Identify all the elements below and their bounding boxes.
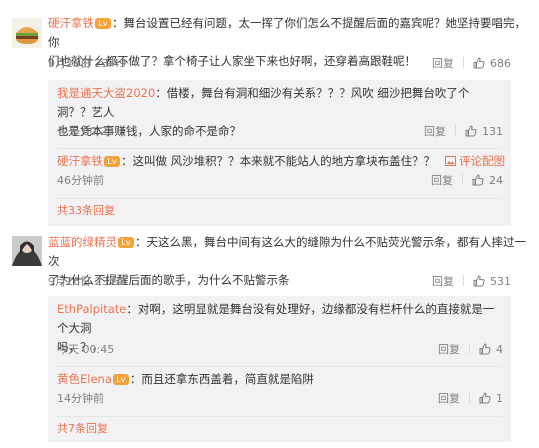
comment-actions: 回复 686 [432, 56, 511, 72]
like-count: 4 [496, 343, 503, 356]
reply-actions: 回复 131 [424, 124, 503, 140]
reply-button[interactable]: 回复 [432, 57, 454, 70]
reply-button[interactable]: 回复 [438, 343, 460, 356]
avatar[interactable] [12, 18, 42, 48]
thumbs-up-icon [472, 174, 484, 186]
reply-text: 硬汗拿铁 Lv ：这叫做 风沙堆积？？本来就不能站人的地方拿块布盖住？？ 评论配图 [57, 152, 505, 171]
comment-actions: 回复 531 [432, 274, 511, 290]
like-count: 686 [490, 57, 511, 70]
timestamp: 今天 00:23 [57, 125, 115, 138]
username-link[interactable]: 蓝蓝的绿精灵 [48, 235, 117, 249]
reply-item: 我是通天大盗2020：借楼，舞台有洞和细沙有关系？？？风吹 细沙把舞台吹了个洞？… [48, 80, 511, 148]
member-badge-icon: Lv [95, 18, 111, 29]
avatar[interactable] [12, 236, 42, 266]
divider [57, 416, 502, 417]
user-photo-avatar-icon [12, 236, 42, 266]
timestamp: 14分钟前 [57, 392, 104, 405]
member-badge-icon: Lv [104, 156, 120, 167]
reply-list: 我是通天大盗2020：借楼，舞台有洞和细沙有关系？？？风吹 细沙把舞台吹了个洞？… [48, 80, 511, 226]
timestamp: 9月26日 23:53 [48, 275, 127, 288]
burger-avatar-icon [12, 18, 42, 48]
reply-button[interactable]: 回复 [424, 125, 446, 138]
reply-button[interactable]: 回复 [431, 174, 453, 187]
reply-meta: 14分钟前 回复 1 [57, 391, 503, 407]
reply-item: 硬汗拿铁 Lv ：这叫做 风沙堆积？？本来就不能站人的地方拿块布盖住？？ 评论配图 4… [48, 149, 511, 199]
thumbs-up-icon [479, 392, 491, 404]
reply-actions: 回复 24 [431, 173, 503, 189]
divider [463, 57, 464, 68]
like-button[interactable]: 24 [472, 174, 503, 187]
more-replies-link[interactable]: 共33条回复 [57, 203, 115, 219]
timestamp: 今天 00:45 [57, 343, 115, 356]
reply-item: 黄色Elena Lv ：而且还拿东西盖着，简直就是陷阱 14分钟前 回复 1 [48, 367, 511, 417]
username-link[interactable]: EthPalpitate [57, 302, 126, 316]
divider [469, 343, 470, 354]
member-badge-icon: Lv [118, 237, 134, 248]
more-replies-link[interactable]: 共7条回复 [57, 421, 108, 437]
like-button[interactable]: 686 [473, 57, 511, 70]
comment-meta: 9月26日 23:49 回复 686 [48, 56, 511, 72]
reply-meta: 46分钟前 回复 24 [57, 173, 503, 189]
like-count: 531 [490, 275, 511, 288]
image-icon [445, 156, 457, 166]
username-link[interactable]: 硬汗拿铁 [48, 16, 94, 30]
reply-body: ：这叫做 风沙堆积？？本来就不能站人的地方拿块布盖住？？ [121, 154, 436, 168]
like-button[interactable]: 4 [479, 343, 503, 356]
timestamp: 9月26日 23:49 [48, 57, 127, 70]
like-button[interactable]: 531 [473, 275, 511, 288]
member-badge-icon: Lv [112, 374, 129, 385]
comment-body: ：舞台设置已经有问题，太一挥了你们怎么不提醒后面的嘉宾呢？她坚持要唱完，你 [48, 16, 526, 49]
divider [463, 275, 464, 286]
thumbs-up-icon [479, 343, 491, 355]
username-link[interactable]: 硬汗拿铁 [57, 154, 103, 168]
reply-text: 黄色Elena Lv ：而且还拿东西盖着，简直就是陷阱 [57, 370, 503, 389]
reply-body: ：而且还拿东西盖着，简直就是陷阱 [129, 372, 314, 386]
reply-button[interactable]: 回复 [438, 392, 460, 405]
like-button[interactable]: 1 [479, 392, 503, 405]
comment: 硬汗拿铁 Lv ：舞台设置已经有问题，太一挥了你们怎么不提醒后面的嘉宾呢？她坚持要唱… [0, 0, 539, 230]
reply-meta: 今天 00:45 回复 4 [57, 342, 503, 358]
username-link[interactable]: 黄色Elena [57, 372, 112, 386]
like-count: 1 [496, 392, 503, 405]
reply-list: EthPalpitate：对啊，这明显就是舞台没有处理好，边缘都没有栏杆什么的直… [48, 296, 511, 442]
thumbs-up-icon [465, 125, 477, 137]
comment-meta: 9月26日 23:53 回复 531 [48, 274, 511, 290]
username-link[interactable]: 我是通天大盗2020 [57, 86, 155, 100]
reply-meta: 今天 00:23 回复 131 [57, 124, 503, 140]
comment: 蓝蓝的绿精灵 Lv ：天这么黑，舞台中间有这么大的缝隙为什么不贴荧光警示条，都有人摔… [0, 228, 539, 448]
reply-actions: 回复 4 [438, 342, 503, 358]
reply-item: EthPalpitate：对啊，这明显就是舞台没有处理好，边缘都没有栏杆什么的直… [48, 296, 511, 364]
reply-actions: 回复 1 [438, 391, 503, 407]
like-button[interactable]: 131 [465, 125, 503, 138]
like-count: 24 [489, 174, 503, 187]
comment-image-link[interactable]: 评论配图 [445, 154, 505, 168]
divider [455, 125, 456, 136]
thumbs-up-icon [473, 57, 485, 69]
timestamp: 46分钟前 [57, 174, 104, 187]
divider [462, 174, 463, 185]
like-count: 131 [482, 125, 503, 138]
thumbs-up-icon [473, 275, 485, 287]
divider [469, 392, 470, 403]
divider [57, 198, 502, 199]
reply-button[interactable]: 回复 [432, 275, 454, 288]
